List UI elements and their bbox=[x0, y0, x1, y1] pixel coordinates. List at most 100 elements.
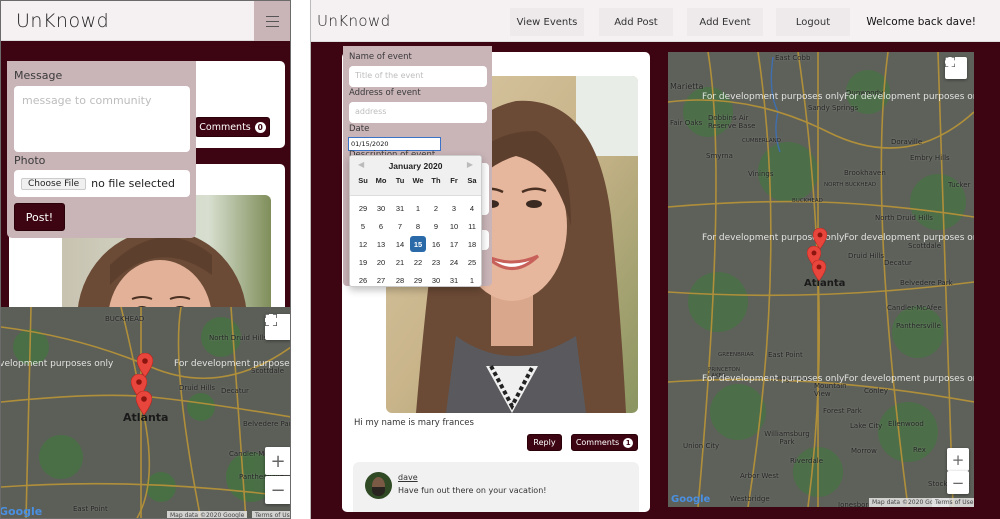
calendar-day[interactable]: 6 bbox=[373, 218, 389, 234]
map-place-label: Vinings bbox=[748, 170, 774, 178]
hamburger-icon[interactable] bbox=[254, 1, 290, 41]
message-label: Message bbox=[14, 69, 63, 82]
calendar-day[interactable]: 25 bbox=[464, 254, 480, 270]
calendar-day[interactable]: 24 bbox=[446, 254, 462, 270]
calendar-day[interactable]: 23 bbox=[428, 254, 444, 270]
map-place-label: Morrow bbox=[851, 447, 877, 455]
fullscreen-icon[interactable] bbox=[945, 57, 967, 79]
map-place-label: Forest Park bbox=[823, 407, 862, 415]
calendar-day[interactable]: 8 bbox=[410, 218, 426, 234]
map-place-label: Embry Hills bbox=[910, 154, 950, 162]
map-place-label: Candler-McAfee bbox=[887, 304, 942, 312]
next-month-icon[interactable]: ▶ bbox=[467, 160, 473, 169]
comments-button[interactable]: Comments 1 bbox=[571, 434, 638, 451]
weekday-header: Th bbox=[431, 176, 441, 185]
calendar-day[interactable]: 30 bbox=[428, 272, 444, 288]
events-map[interactable]: BUCKHEAD North Druid Hills Scottdale Dru… bbox=[1, 307, 291, 518]
event-address-input[interactable]: address bbox=[349, 102, 487, 123]
zoom-in-button[interactable]: + bbox=[265, 447, 290, 475]
map-place-label: Conley bbox=[864, 387, 889, 395]
zoom-out-button[interactable]: − bbox=[947, 471, 969, 494]
event-name-input[interactable]: Title of the event bbox=[349, 66, 487, 87]
calendar-day[interactable]: 17 bbox=[446, 236, 462, 252]
photo-label: Photo bbox=[14, 154, 46, 167]
calendar-day[interactable]: 19 bbox=[355, 254, 371, 270]
brand-logo[interactable]: UnKnowd bbox=[317, 12, 391, 30]
calendar-day[interactable]: 31 bbox=[392, 200, 408, 216]
post-submit-button[interactable]: Post! bbox=[14, 203, 65, 231]
calendar-day[interactable]: 20 bbox=[373, 254, 389, 270]
calendar-day[interactable]: 11 bbox=[464, 218, 480, 234]
map-place-label: Tucker bbox=[948, 181, 971, 189]
navbar: UnKnowd bbox=[1, 1, 290, 41]
map-place-label: East Cobb bbox=[775, 54, 811, 62]
event-date-label: Date bbox=[349, 124, 370, 134]
map-place-label: Union City bbox=[683, 442, 720, 450]
calendar-day[interactable]: 26 bbox=[355, 272, 371, 288]
event-name-label: Name of event bbox=[349, 52, 412, 62]
map-place-label: Doraville bbox=[891, 138, 923, 146]
calendar-day[interactable]: 18 bbox=[464, 236, 480, 252]
calendar-day[interactable]: 2 bbox=[428, 200, 444, 216]
photo-file-input[interactable]: Choose File no file selected bbox=[14, 170, 190, 197]
message-textarea[interactable]: message to community bbox=[14, 86, 190, 152]
calendar-day-selected[interactable]: 15 bbox=[410, 236, 426, 252]
comments-label: Comments bbox=[575, 438, 620, 447]
map-pin-icon[interactable] bbox=[136, 391, 152, 415]
reply-button[interactable]: Reply bbox=[527, 434, 562, 451]
calendar-day[interactable]: 21 bbox=[392, 254, 408, 270]
map-place-label: Belvedere Park bbox=[243, 420, 291, 428]
map-pin-icon[interactable] bbox=[812, 260, 826, 281]
google-logo: Google bbox=[1, 505, 43, 518]
event-date-input[interactable]: 01/15/2020 bbox=[348, 137, 441, 151]
map-place-label: CUMBERLAND bbox=[742, 138, 781, 144]
map-terms-link[interactable]: Terms of Use bbox=[252, 511, 290, 518]
calendar-day[interactable]: 16 bbox=[428, 236, 444, 252]
weekday-header: We bbox=[412, 176, 424, 185]
events-map[interactable]: Marietta East Cobb Sandy Springs Dunwood… bbox=[668, 52, 974, 507]
calendar-day[interactable]: 9 bbox=[428, 218, 444, 234]
map-place-label: Rex bbox=[913, 446, 926, 454]
map-place-label: Sandy Springs bbox=[808, 104, 859, 112]
calendar-day[interactable]: 30 bbox=[373, 200, 389, 216]
calendar-day[interactable]: 14 bbox=[392, 236, 408, 252]
event-address-placeholder: address bbox=[355, 107, 387, 116]
map-place-label: Scottdale bbox=[908, 242, 942, 250]
map-place-label: NORTH BUCKHEAD bbox=[824, 182, 876, 188]
calendar-day[interactable]: 29 bbox=[410, 272, 426, 288]
nav-logout[interactable]: Logout bbox=[776, 8, 850, 36]
zoom-out-button[interactable]: − bbox=[265, 476, 290, 504]
calendar-day[interactable]: 1 bbox=[464, 272, 480, 288]
calendar-day[interactable]: 22 bbox=[410, 254, 426, 270]
calendar-day[interactable]: 31 bbox=[446, 272, 462, 288]
map-terms-link[interactable]: Terms of Use bbox=[932, 498, 974, 507]
calendar-day[interactable]: 13 bbox=[373, 236, 389, 252]
add-post-form: Message message to community Photo Choos… bbox=[7, 61, 196, 238]
map-place-label: Smyrna bbox=[706, 152, 733, 160]
calendar-day[interactable]: 3 bbox=[446, 200, 462, 216]
fullscreen-icon[interactable] bbox=[265, 314, 290, 340]
choose-file-button[interactable]: Choose File bbox=[21, 177, 87, 190]
calendar-day[interactable]: 10 bbox=[446, 218, 462, 234]
calendar-day[interactable]: 1 bbox=[410, 200, 426, 216]
calendar-day[interactable]: 5 bbox=[355, 218, 371, 234]
calendar-day[interactable]: 27 bbox=[373, 272, 389, 288]
event-name-placeholder: Title of the event bbox=[355, 71, 424, 80]
calendar-day[interactable]: 7 bbox=[392, 218, 408, 234]
map-place-label: North Druid Hills bbox=[209, 334, 267, 342]
calendar-day[interactable]: 4 bbox=[464, 200, 480, 216]
weekday-header: Tu bbox=[395, 176, 405, 185]
brand-logo[interactable]: UnKnowd bbox=[16, 10, 109, 32]
nav-add-post[interactable]: Add Post bbox=[599, 8, 673, 36]
zoom-in-button[interactable]: + bbox=[947, 448, 969, 471]
calendar-day[interactable]: 29 bbox=[355, 200, 371, 216]
calendar-day[interactable]: 28 bbox=[392, 272, 408, 288]
nav-add-event[interactable]: Add Event bbox=[687, 8, 763, 36]
calendar-day[interactable]: 12 bbox=[355, 236, 371, 252]
comment-author-link[interactable]: dave bbox=[398, 473, 418, 482]
comments-button[interactable]: Comments 0 bbox=[195, 117, 270, 137]
weekday-header: Sa bbox=[467, 176, 477, 185]
map-place-label: Westbridge bbox=[730, 495, 770, 503]
datepicker: ◀ January 2020 ▶ Su Mo Tu We Th Fr Sa 29 30 31 1 2… bbox=[349, 155, 482, 287]
nav-view-events[interactable]: View Events bbox=[510, 8, 584, 36]
